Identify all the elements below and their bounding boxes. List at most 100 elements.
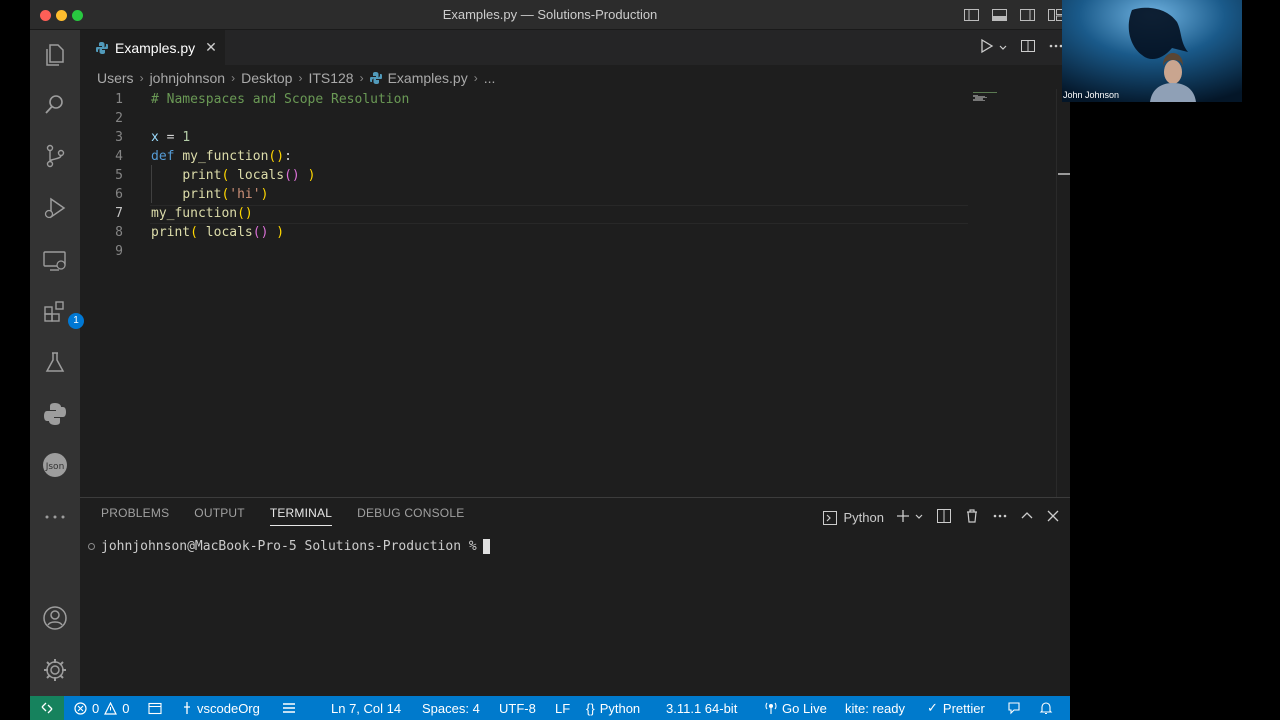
pin-icon (184, 702, 190, 714)
webcam-image (1062, 0, 1242, 102)
source-control-icon[interactable] (42, 143, 68, 169)
accounts-icon[interactable] (42, 605, 68, 631)
window-title: Examples.py — Solutions-Production (442, 7, 658, 22)
breadcrumb-item-users[interactable]: Users (97, 70, 134, 86)
code-token: () (284, 168, 300, 183)
panel-tabs: PROBLEMS OUTPUT TERMINAL DEBUG CONSOLE (101, 506, 464, 526)
run-dropdown-chevron-icon[interactable] (998, 40, 1008, 58)
line-number: 6 (115, 187, 123, 202)
remote-indicator[interactable] (30, 696, 64, 720)
code-token: () (237, 206, 253, 221)
go-live-button[interactable]: Go Live (765, 696, 827, 720)
code-token: ) (276, 225, 285, 240)
code-token: def (151, 149, 175, 164)
warning-icon (104, 701, 118, 715)
terminal-scrollbar[interactable] (1063, 538, 1066, 688)
explorer-icon[interactable] (42, 42, 68, 68)
tab-debug-console[interactable]: DEBUG CONSOLE (357, 506, 464, 526)
code-line: print( locals() ) (151, 166, 315, 185)
breadcrumb-item-symbols[interactable]: ... (484, 70, 496, 86)
code-line: print('hi') (151, 185, 268, 204)
command-decoration-icon (88, 543, 95, 550)
kill-terminal-trash-icon[interactable] (964, 508, 980, 527)
run-debug-icon[interactable] (42, 195, 68, 221)
code-token: locals (205, 225, 253, 240)
tab-output[interactable]: OUTPUT (194, 506, 245, 526)
code-editor[interactable]: 1 2 3 4 5 6 7 8 9 # Namespaces and Scope Resolut… (80, 89, 1070, 497)
breadcrumb-item-its128[interactable]: ITS128 (308, 70, 353, 86)
terminal-output[interactable]: johnjohnson@MacBook-Pro-5 Solutions-Prod… (88, 539, 490, 554)
more-actions-icon[interactable] (992, 508, 1008, 527)
tab-problems[interactable]: PROBLEMS (101, 506, 169, 526)
terminal-dropdown-chevron-icon[interactable] (914, 510, 924, 525)
toggle-secondary-sidebar-icon[interactable] (1019, 7, 1036, 23)
problems-indicator[interactable]: 0 0 (74, 696, 129, 720)
list-menu-icon[interactable] (282, 696, 296, 720)
prettier-label: Prettier (942, 700, 985, 716)
search-icon[interactable] (42, 92, 68, 118)
more-views-icon[interactable] (42, 504, 68, 530)
chevron-right-icon: › (359, 71, 364, 85)
tab-label: Examples.py (115, 39, 196, 56)
remote-explorer-icon[interactable] (42, 248, 68, 274)
notifications-bell-icon[interactable] (1039, 696, 1053, 720)
cursor-position[interactable]: Ln 7, Col 14 (331, 696, 401, 720)
prettier-indicator[interactable]: ✓ Prettier (927, 696, 985, 720)
code-token: # Namespaces and Scope Resolution (151, 92, 410, 107)
run-python-file-icon[interactable] (980, 38, 994, 59)
split-editor-icon[interactable] (1020, 38, 1036, 59)
code-token: = (158, 130, 183, 145)
split-terminal-icon[interactable] (936, 508, 952, 527)
breadcrumb-item-johnjohnson[interactable]: johnjohnson (150, 70, 226, 86)
title-bar: Examples.py — Solutions-Production (30, 0, 1070, 30)
line-number: 3 (115, 130, 123, 145)
code-token: : (284, 149, 292, 164)
code-token: locals (237, 168, 285, 183)
feedback-icon[interactable] (1007, 696, 1021, 720)
python-icon[interactable] (42, 401, 68, 427)
tab-examples-py[interactable]: Examples.py ✕ (80, 30, 225, 65)
minimap[interactable] (973, 91, 999, 105)
toggle-panel-icon[interactable] (991, 7, 1008, 23)
maximize-panel-chevron-up-icon[interactable] (1020, 509, 1034, 526)
kite-status[interactable]: kite: ready (845, 696, 905, 720)
activity-bar: 1 Json (30, 30, 84, 696)
org-label: vscodeOrg (197, 700, 260, 716)
editor-tabs: Examples.py ✕ (80, 30, 1070, 65)
interpreter-indicator[interactable]: 3.11.1 64-bit (666, 696, 737, 720)
error-icon (74, 701, 87, 715)
indentation-indicator[interactable]: Spaces: 4 (422, 696, 480, 720)
manage-gear-icon[interactable] (42, 657, 68, 683)
code-token: print (182, 187, 222, 202)
code-token: () (252, 225, 269, 240)
extensions-icon[interactable]: 1 (42, 299, 84, 329)
close-tab-icon[interactable]: ✕ (205, 39, 217, 56)
editor-scrollbar[interactable] (1056, 89, 1070, 497)
breadcrumb-item-desktop[interactable]: Desktop (241, 70, 292, 86)
layout-panel-icon[interactable] (148, 696, 162, 720)
code-line: # Namespaces and Scope Resolution (151, 90, 409, 109)
editor-actions (980, 38, 1064, 59)
bottom-panel: PROBLEMS OUTPUT TERMINAL DEBUG CONSOLE P… (80, 497, 1070, 696)
tab-terminal[interactable]: TERMINAL (269, 506, 333, 526)
language-mode[interactable]: {} Python (586, 696, 640, 720)
org-indicator[interactable]: vscodeOrg (182, 696, 260, 720)
code-token: print (151, 225, 191, 240)
code-token: print (182, 168, 222, 183)
new-terminal-icon[interactable] (896, 509, 910, 526)
warning-count: 0 (122, 700, 130, 716)
terminal-selector[interactable]: Python (822, 510, 884, 526)
close-panel-icon[interactable] (1046, 509, 1060, 526)
breadcrumb-item-file[interactable]: Examples.py (388, 70, 468, 86)
toggle-primary-sidebar-icon[interactable] (963, 7, 980, 23)
eol-indicator[interactable]: LF (555, 696, 570, 720)
code-line: print( locals() ) (151, 223, 284, 242)
encoding-indicator[interactable]: UTF-8 (499, 696, 536, 720)
svg-text:Json: Json (45, 462, 65, 472)
json-icon[interactable]: Json (42, 452, 68, 478)
testing-icon[interactable] (42, 350, 68, 376)
webcam-overlay: John Johnson (1062, 0, 1242, 102)
code-token: 1 (182, 130, 191, 145)
